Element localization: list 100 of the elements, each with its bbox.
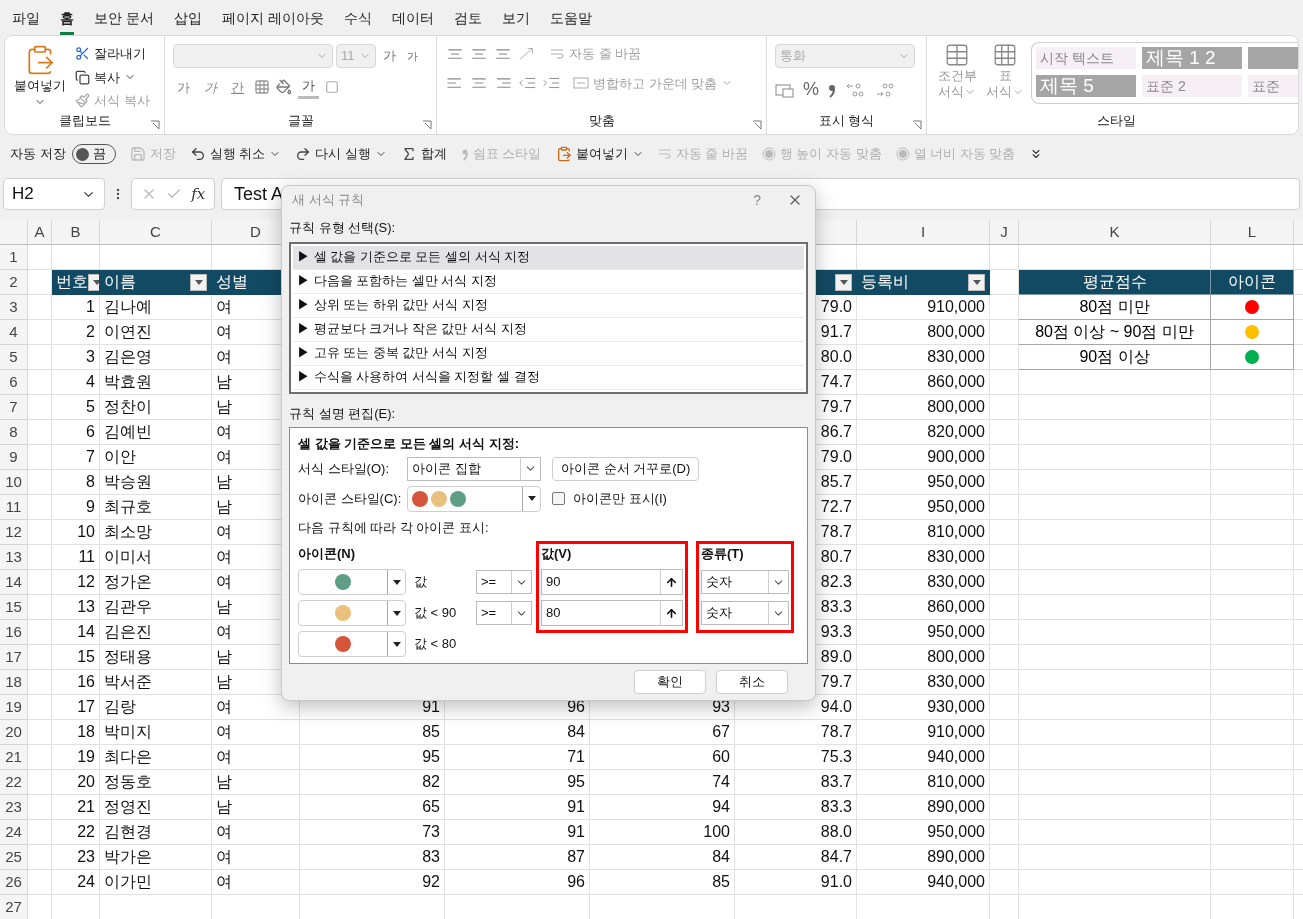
table-cell: 950,000 bbox=[857, 620, 990, 645]
table-cell: 800,000 bbox=[857, 645, 990, 670]
table-cell: 820,000 bbox=[857, 420, 990, 445]
column-heading: 값(V) bbox=[541, 545, 572, 563]
autosave-label: 자동 저장 bbox=[10, 145, 66, 164]
table-cell: 84 bbox=[445, 720, 590, 745]
header-text: 이름 bbox=[104, 272, 136, 292]
table-cell: 87 bbox=[445, 845, 590, 870]
table-cell: 65 bbox=[300, 795, 445, 820]
table-cell: 910,000 bbox=[857, 295, 990, 320]
table-cell: 810,000 bbox=[857, 520, 990, 545]
table-cell: 95 bbox=[445, 770, 590, 795]
condition-label: 값 < 90 bbox=[414, 604, 457, 623]
table-cell: 22 bbox=[52, 820, 100, 845]
table-cell: 83 bbox=[300, 845, 445, 870]
table-cell: 박승원 bbox=[100, 470, 212, 495]
table-cell: 최규호 bbox=[100, 495, 212, 520]
table-cell: 830,000 bbox=[857, 345, 990, 370]
header-text: 번호 bbox=[56, 272, 88, 292]
table-cell: 950,000 bbox=[857, 495, 990, 520]
table-cell: 김관우 bbox=[100, 595, 212, 620]
table-cell: 5 bbox=[52, 395, 100, 420]
table-cell: 정태용 bbox=[100, 645, 212, 670]
table-cell: 정영진 bbox=[100, 795, 212, 820]
dialog-title: 새 서식 규칙 bbox=[292, 191, 365, 210]
table-cell: 80점 미만 bbox=[1019, 295, 1211, 320]
table-cell: 80점 이상 ~ 90점 미만 bbox=[1019, 320, 1211, 345]
table-cell: 67 bbox=[590, 720, 735, 745]
table-cell: 20 bbox=[52, 770, 100, 795]
table-cell: 여 bbox=[212, 745, 300, 770]
table-cell: 12 bbox=[52, 570, 100, 595]
condition-label: 값 bbox=[414, 573, 427, 592]
table-cell: 85 bbox=[590, 870, 735, 895]
table-cell: 최다은 bbox=[100, 745, 212, 770]
table-cell: 박서준 bbox=[100, 670, 212, 695]
table-cell: 4 bbox=[52, 370, 100, 395]
table-cell: 910,000 bbox=[857, 720, 990, 745]
table-cell: 정동호 bbox=[100, 770, 212, 795]
table-cell: 8 bbox=[52, 470, 100, 495]
table-cell: 2 bbox=[52, 320, 100, 345]
table-cell: 85 bbox=[300, 720, 445, 745]
group-title: 글꼴 bbox=[287, 111, 314, 130]
table-cell: 정가온 bbox=[100, 570, 212, 595]
table-cell: 950,000 bbox=[857, 470, 990, 495]
table-cell: 860,000 bbox=[857, 370, 990, 395]
group-title: 스타일 bbox=[1097, 111, 1136, 130]
table-cell: 95 bbox=[300, 745, 445, 770]
table-cell: 830,000 bbox=[857, 670, 990, 695]
table-cell: 91 bbox=[445, 795, 590, 820]
table-cell: 94 bbox=[590, 795, 735, 820]
table-cell: 김은진 bbox=[100, 620, 212, 645]
table-cell: 83.3 bbox=[735, 795, 857, 820]
panel-heading: 셀 값을 기준으로 모든 셀의 서식 지정: bbox=[298, 435, 519, 453]
table-cell: 1 bbox=[52, 295, 100, 320]
table-cell: 830,000 bbox=[857, 545, 990, 570]
table-cell: 3 bbox=[52, 345, 100, 370]
table-cell: 890,000 bbox=[857, 795, 990, 820]
table-cell: 김예빈 bbox=[100, 420, 212, 445]
checkbox-label: 아이콘만 표시(I) bbox=[573, 489, 667, 508]
field-label: 아이콘 스타일(C): bbox=[298, 489, 403, 508]
table-cell: 24 bbox=[52, 870, 100, 895]
table-cell: 이연진 bbox=[100, 320, 212, 345]
table-cell: 여 bbox=[212, 820, 300, 845]
table-cell: 890,000 bbox=[857, 845, 990, 870]
table-cell: 90점 이상 bbox=[1019, 345, 1211, 370]
table-cell: 91.0 bbox=[735, 870, 857, 895]
table-cell: 84 bbox=[590, 845, 735, 870]
table-cell: 860,000 bbox=[857, 595, 990, 620]
legend-header-cell: 아이콘 bbox=[1211, 270, 1294, 295]
table-cell: 930,000 bbox=[857, 695, 990, 720]
table-cell: 91 bbox=[445, 820, 590, 845]
header-text: 등록비 bbox=[861, 272, 909, 292]
table-cell: 10 bbox=[52, 520, 100, 545]
table-cell: 940,000 bbox=[857, 870, 990, 895]
table-cell: 박미지 bbox=[100, 720, 212, 745]
rules-caption: 다음 규칙에 따라 각 아이콘 표시: bbox=[298, 518, 489, 537]
table-cell: 박가은 bbox=[100, 845, 212, 870]
table-cell: 92 bbox=[300, 870, 445, 895]
table-cell: 이안 bbox=[100, 445, 212, 470]
table-cell: 84.7 bbox=[735, 845, 857, 870]
table-cell: 7 bbox=[52, 445, 100, 470]
table-cell: 800,000 bbox=[857, 395, 990, 420]
table-cell: 18 bbox=[52, 720, 100, 745]
table-cell: 900,000 bbox=[857, 445, 990, 470]
group-title: 클립보드 bbox=[58, 111, 111, 130]
table-cell: 830,000 bbox=[857, 570, 990, 595]
table-cell: 88.0 bbox=[735, 820, 857, 845]
column-heading: 아이콘(N) bbox=[298, 545, 356, 563]
table-cell: 김랑 bbox=[100, 695, 212, 720]
table-cell: 여 bbox=[212, 720, 300, 745]
table-cell: 14 bbox=[52, 620, 100, 645]
table-cell: 21 bbox=[52, 795, 100, 820]
table-cell: 950,000 bbox=[857, 820, 990, 845]
table-cell: 96 bbox=[445, 870, 590, 895]
table-cell: 60 bbox=[590, 745, 735, 770]
group-title: 맞춤 bbox=[588, 111, 615, 130]
table-cell: 75.3 bbox=[735, 745, 857, 770]
table-cell: 남 bbox=[212, 770, 300, 795]
table-cell: 16 bbox=[52, 670, 100, 695]
table-cell: 810,000 bbox=[857, 770, 990, 795]
